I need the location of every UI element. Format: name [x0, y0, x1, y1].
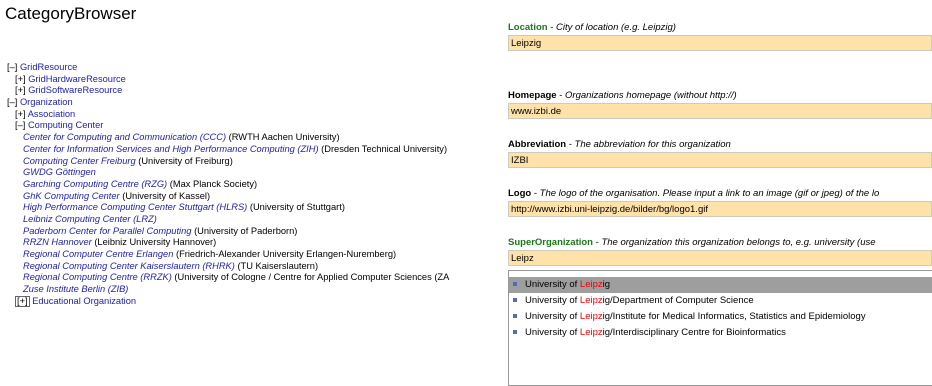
tree-node-gridhardwareresource[interactable]: [+] GridHardwareResource	[7, 74, 449, 86]
center-link[interactable]: Zuse Institute Berlin (ZIB)	[23, 284, 128, 294]
center-link[interactable]: Garching Computing Centre (RZG)	[23, 179, 167, 189]
center-org: (University of Freiburg)	[138, 155, 233, 166]
abbreviation-label: Abbreviation - The abbreviation for this…	[508, 139, 731, 150]
bullet-icon	[513, 298, 517, 303]
tree-label-computing-center[interactable]: Computing Center	[28, 120, 103, 130]
tree-label-educational-organization[interactable]: Educational Organization	[32, 296, 136, 306]
homepage-field-group: Homepage - Organizations homepage (witho…	[508, 90, 932, 119]
logo-field-group: Logo - The logo of the organisation. Ple…	[508, 188, 932, 217]
tree-label-association[interactable]: Association	[28, 109, 76, 119]
list-item[interactable]: Center for Computing and Communication (…	[7, 132, 449, 144]
center-link[interactable]: Regional Computer Centre Erlangen	[23, 249, 173, 259]
bullet-icon	[513, 282, 517, 287]
center-link[interactable]: Regional Computing Centre (RRZK)	[23, 272, 172, 282]
autocomplete-option[interactable]: University of Leipzig/Institute for Medi…	[509, 309, 932, 325]
list-item[interactable]: Computing Center Freiburg (University of…	[7, 156, 449, 168]
collapse-toggle[interactable]: [–]	[15, 120, 25, 130]
list-item[interactable]: Paderborn Center for Parallel Computing …	[7, 226, 449, 238]
abbreviation-input[interactable]	[508, 152, 932, 168]
category-tree: [–] GridResource [+] GridHardwareResourc…	[7, 62, 449, 307]
list-item[interactable]: Leibniz Computing Center (LRZ)	[7, 214, 449, 226]
center-link[interactable]: High Performance Computing Center Stuttg…	[23, 202, 247, 212]
list-item[interactable]: GhK Computing Center (University of Kass…	[7, 191, 449, 203]
center-org: (University of Paderborn)	[194, 225, 298, 236]
bullet-icon	[513, 314, 517, 319]
list-item[interactable]: Regional Computing Centre (RRZK) (Univer…	[7, 272, 449, 284]
expand-toggle[interactable]: [+]	[15, 74, 26, 84]
tree-label-organization[interactable]: Organization	[20, 97, 73, 107]
tree-label-gridhardwareresource[interactable]: GridHardwareResource	[28, 74, 126, 84]
logo-input[interactable]	[508, 201, 932, 217]
expand-toggle[interactable]: [+]	[15, 85, 26, 95]
superorganization-label: SuperOrganization - The organization thi…	[508, 237, 876, 248]
center-org: (University of Cologne / Centre for Appl…	[174, 272, 450, 283]
center-org: (RWTH Aachen University)	[228, 132, 340, 143]
location-input[interactable]	[508, 35, 932, 51]
homepage-input[interactable]	[508, 103, 932, 119]
list-item[interactable]: Zuse Institute Berlin (ZIB)	[7, 284, 449, 296]
center-org: (Leibniz University Hannover)	[94, 237, 217, 248]
list-item[interactable]: GWDG Göttingen	[7, 167, 449, 179]
tree-node-gridresource[interactable]: [–] GridResource	[7, 62, 449, 74]
location-label: Location - City of location (e.g. Leipzi…	[508, 22, 676, 33]
tree-node-gridsoftwareresource[interactable]: [+] GridSoftwareResource	[7, 85, 449, 97]
list-item[interactable]: High Performance Computing Center Stuttg…	[7, 202, 449, 214]
center-org: (Dresden Technical University)	[321, 143, 448, 154]
superorganization-input[interactable]	[508, 250, 932, 266]
expand-toggle[interactable]: [+]	[15, 109, 26, 119]
superorganization-field-group: SuperOrganization - The organization thi…	[508, 237, 932, 266]
center-org: (University of Stuttgart)	[249, 202, 345, 213]
list-item[interactable]: Center for Information Services and High…	[7, 144, 449, 156]
list-item[interactable]: Regional Computing Center Kaiserslautern…	[7, 261, 449, 273]
center-org: (University of Kassel)	[122, 190, 211, 201]
center-link[interactable]: Paderborn Center for Parallel Computing	[23, 226, 191, 236]
center-link[interactable]: Center for Computing and Communication (…	[23, 132, 226, 142]
autocomplete-option[interactable]: University of Leipzig/Interdisciplinary …	[509, 325, 932, 341]
tree-node-association[interactable]: [+] Association	[7, 109, 449, 121]
list-item[interactable]: Garching Computing Centre (RZG) (Max Pla…	[7, 179, 449, 191]
list-item[interactable]: Regional Computer Centre Erlangen (Fried…	[7, 249, 449, 261]
bullet-icon	[513, 330, 517, 335]
center-link[interactable]: GWDG Göttingen	[23, 167, 96, 177]
autocomplete-option[interactable]: University of Leipzig	[509, 277, 932, 293]
center-link[interactable]: Regional Computing Center Kaiserslautern…	[23, 261, 235, 271]
center-org: (TU Kaiserslautern)	[237, 260, 319, 271]
tree-node-organization[interactable]: [–] Organization	[7, 97, 449, 109]
list-item[interactable]: RRZN Hannover (Leibniz University Hannov…	[7, 237, 449, 249]
autocomplete-option[interactable]: University of Leipzig/Department of Comp…	[509, 293, 932, 309]
homepage-label: Homepage - Organizations homepage (witho…	[508, 90, 737, 101]
tree-label-gridsoftwareresource[interactable]: GridSoftwareResource	[28, 85, 122, 95]
logo-label: Logo - The logo of the organisation. Ple…	[508, 188, 880, 199]
center-link[interactable]: RRZN Hannover	[23, 237, 92, 247]
center-link[interactable]: Computing Center Freiburg	[23, 156, 136, 166]
center-org: (Friedrich-Alexander University Erlangen…	[175, 249, 397, 259]
tree-node-computing-center[interactable]: [–] Computing Center	[7, 120, 449, 132]
center-link[interactable]: Center for Information Services and High…	[23, 144, 319, 154]
expand-toggle[interactable]: [+]	[15, 295, 30, 307]
abbreviation-field-group: Abbreviation - The abbreviation for this…	[508, 139, 932, 168]
collapse-toggle[interactable]: [–]	[7, 97, 17, 107]
collapse-toggle[interactable]: [–]	[7, 62, 17, 72]
tree-node-educational-organization[interactable]: [+] Educational Organization	[7, 295, 449, 308]
center-link[interactable]: Leibniz Computing Center (LRZ)	[23, 214, 157, 224]
tree-label-gridresource[interactable]: GridResource	[20, 62, 77, 72]
center-org: (Max Planck Society)	[169, 178, 258, 189]
center-link[interactable]: GhK Computing Center	[23, 191, 120, 201]
page-title: CategoryBrowser	[5, 4, 137, 23]
autocomplete-dropdown: University of Leipzig University of Leip…	[508, 270, 932, 386]
location-field-group: Location - City of location (e.g. Leipzi…	[508, 22, 932, 51]
